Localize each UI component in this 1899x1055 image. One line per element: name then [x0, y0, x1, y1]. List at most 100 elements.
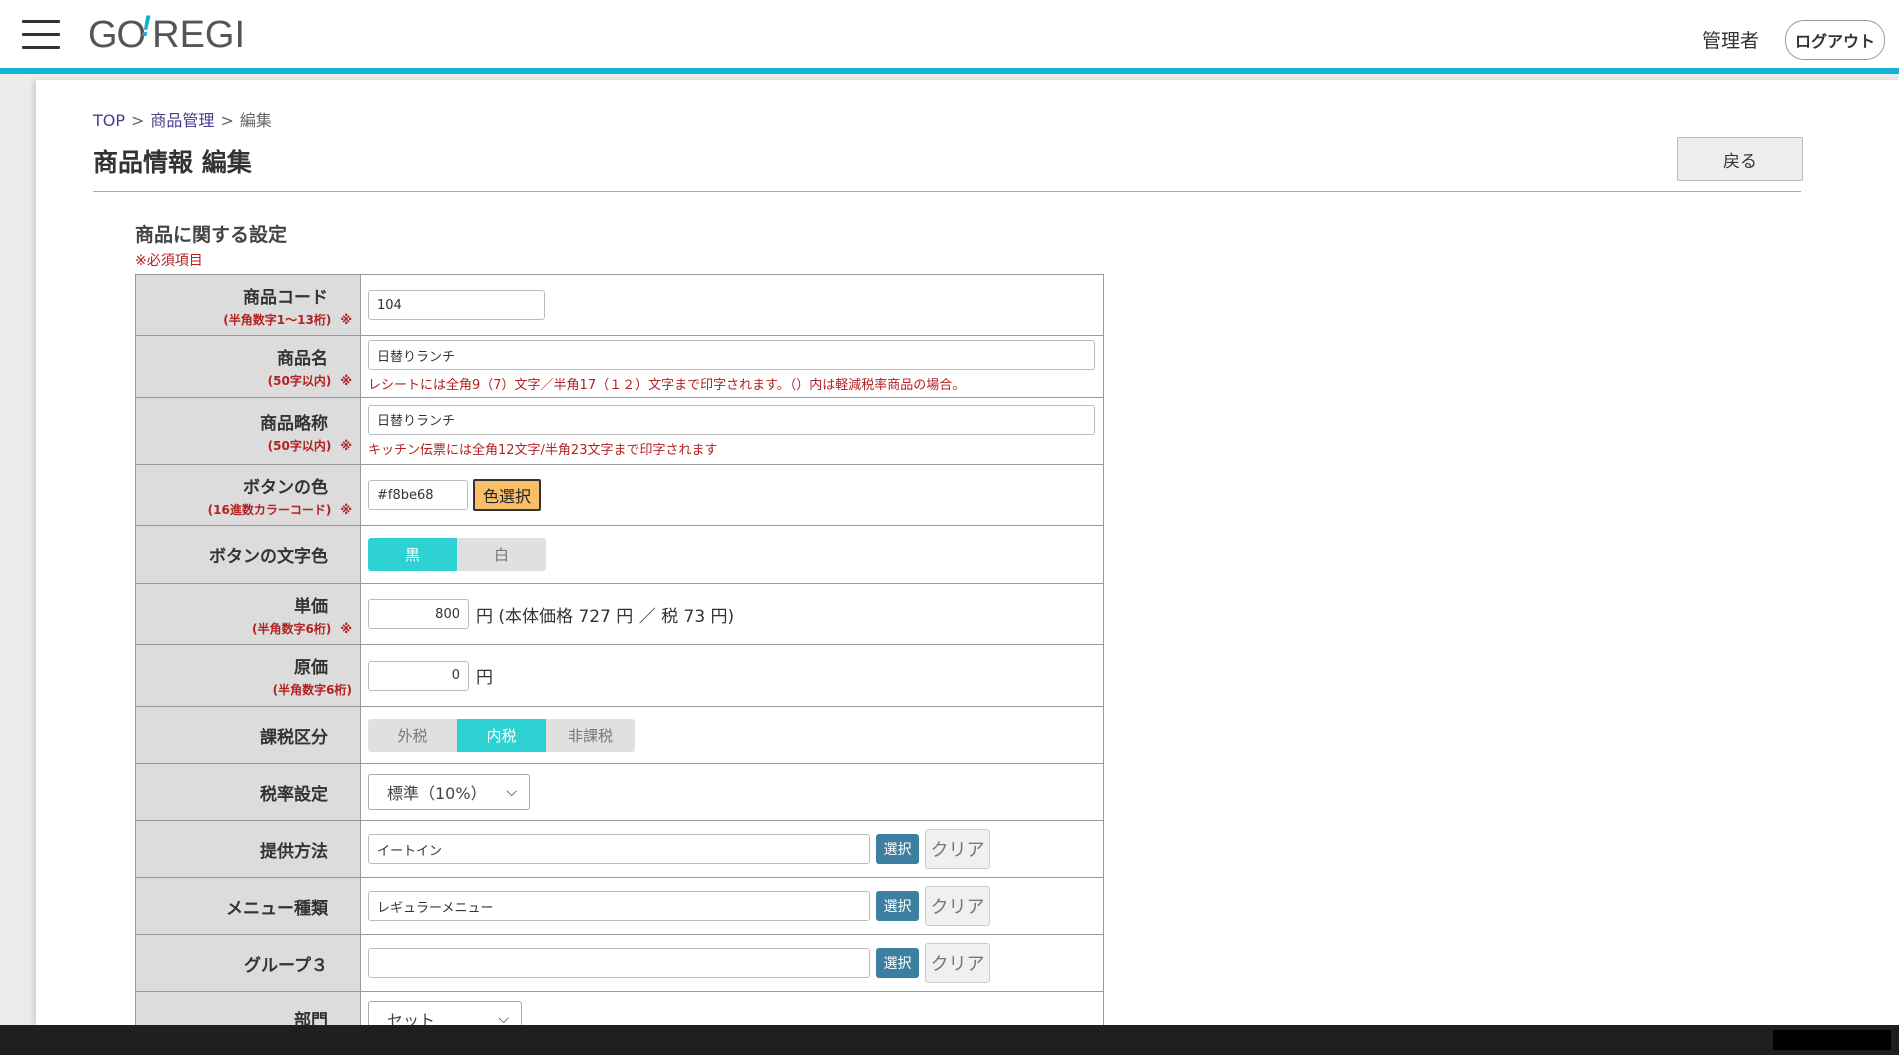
- serve-method-clear-button[interactable]: クリア: [925, 829, 990, 869]
- field-label: 商品コード (半角数字1〜13桁) ※: [136, 275, 361, 335]
- field-label: 商品名 (50字以内) ※: [136, 336, 361, 397]
- group3-input[interactable]: [368, 948, 870, 978]
- form-row-tax-rate: 税率設定 標準（10%） ⌵: [135, 764, 1104, 821]
- field-label-text: 原価: [294, 658, 328, 678]
- field-value: 800 円 (本体価格 727 円 ／ 税 73 円): [361, 584, 1103, 644]
- form-row-tax-type: 課税区分 外税 内税 非課税: [135, 707, 1104, 764]
- short-name-input[interactable]: 日替りランチ: [368, 404, 1095, 435]
- field-constraint: (50字以内): [267, 374, 332, 388]
- chevron-down-icon: ⌵: [506, 784, 517, 800]
- breadcrumb-current: 編集: [239, 111, 272, 130]
- menu-type-clear-button[interactable]: クリア: [925, 886, 990, 926]
- required-mark: ※: [340, 438, 352, 453]
- required-mark: ※: [340, 312, 352, 327]
- field-label: 提供方法: [136, 821, 361, 877]
- field-constraint: (50字以内): [267, 438, 332, 453]
- field-value: 日替りランチ キッチン伝票には全角12文字/半角23文字まで印字されます: [361, 398, 1103, 464]
- color-picker-button[interactable]: 色選択: [473, 479, 542, 511]
- menu-icon[interactable]: [22, 20, 60, 50]
- field-value: セット ⌵: [361, 992, 1103, 1025]
- field-constraint: (16進数カラーコード): [207, 502, 332, 517]
- text-color-white-option[interactable]: 白: [457, 538, 546, 571]
- field-value: 104: [361, 275, 1103, 335]
- tax-type-exempt-option[interactable]: 非課税: [546, 718, 635, 752]
- cost-input[interactable]: 0: [368, 660, 469, 691]
- product-form: 商品コード (半角数字1〜13桁) ※ 104 商品名 (50字以内) ※ 日替りラ…: [135, 274, 1104, 1025]
- divider: [93, 191, 1801, 192]
- department-select[interactable]: セット ⌵: [368, 1001, 522, 1025]
- app-logo[interactable]: GO! REGI: [88, 10, 245, 56]
- tax-type-exclusive-option[interactable]: 外税: [368, 718, 457, 752]
- form-row-button-color: ボタンの色 (16進数カラーコード) ※ #f8be68 色選択: [135, 465, 1104, 526]
- field-label: 部門: [136, 992, 361, 1025]
- group3-select-button[interactable]: 選択: [876, 948, 919, 978]
- breadcrumb: TOP > 商品管理 > 編集: [93, 107, 272, 131]
- select-value: セット: [387, 1011, 436, 1025]
- field-value: 日替りランチ レシートには全角9（7）文字／半角17（１２）文字まで印字されます…: [361, 336, 1103, 397]
- cost-unit: 円: [476, 668, 493, 688]
- page-title: 商品情報 編集: [93, 148, 252, 177]
- field-hint: キッチン伝票には全角12文字/半角23文字まで印字されます: [368, 442, 718, 458]
- field-label: グループ３: [136, 935, 361, 991]
- required-mark: ※: [340, 502, 352, 517]
- logout-button[interactable]: ログアウト: [1784, 20, 1885, 60]
- breadcrumb-product-link[interactable]: 商品管理: [150, 111, 214, 130]
- taskbar: [0, 1025, 1899, 1055]
- field-label-text: 課税区分: [260, 727, 328, 748]
- breadcrumb-separator: >: [220, 111, 234, 130]
- required-mark: ※: [340, 374, 352, 388]
- tax-type-inclusive-option[interactable]: 内税: [457, 718, 546, 752]
- tax-type-toggle: 外税 内税 非課税: [368, 718, 1103, 752]
- field-label-text: 単価: [294, 596, 328, 617]
- field-value: 外税 内税 非課税: [361, 707, 1103, 763]
- field-label: 商品略称 (50字以内) ※: [136, 398, 361, 464]
- text-color-black-option[interactable]: 黒: [368, 538, 457, 571]
- field-hint: レシートには全角9（7）文字／半角17（１２）文字まで印字されます。（）内は軽減…: [368, 378, 966, 393]
- field-value: 選択 クリア: [361, 935, 1103, 991]
- text-color-toggle: 黒 白: [368, 538, 1103, 571]
- field-sub-label: (半角数字6桁) ※: [136, 620, 352, 637]
- serve-method-select-button[interactable]: 選択: [876, 834, 919, 864]
- form-row-short-name: 商品略称 (50字以内) ※ 日替りランチ キッチン伝票には全角12文字/半角23…: [135, 398, 1104, 465]
- field-label-text: 商品名: [277, 349, 328, 369]
- group3-clear-button[interactable]: クリア: [925, 943, 990, 983]
- field-label-text: 税率設定: [260, 784, 328, 805]
- form-row-group3: グループ３ 選択 クリア: [135, 935, 1104, 992]
- content-panel: TOP > 商品管理 > 編集 商品情報 編集 戻る 商品に関する設定 ※必須項目 商品…: [36, 80, 1899, 1025]
- field-label: 税率設定: [136, 764, 361, 820]
- field-label: 課税区分: [136, 707, 361, 763]
- field-label: 単価 (半角数字6桁) ※: [136, 584, 361, 644]
- field-value: イートイン 選択 クリア: [361, 821, 1103, 877]
- form-row-department: 部門 セット ⌵: [135, 992, 1104, 1025]
- price-input[interactable]: 800: [368, 599, 469, 629]
- breadcrumb-separator: >: [131, 111, 145, 130]
- required-mark: ※: [340, 621, 352, 636]
- required-note: ※必須項目: [135, 253, 203, 269]
- field-sub-label: (半角数字1〜13桁) ※: [136, 311, 352, 328]
- field-label-text: 部門: [294, 1011, 328, 1025]
- button-color-input[interactable]: #f8be68: [368, 480, 468, 510]
- field-sub-label: (16進数カラーコード) ※: [136, 501, 352, 518]
- product-name-input[interactable]: 日替りランチ: [368, 340, 1095, 370]
- taskbar-block: [1773, 1030, 1891, 1050]
- form-row-code: 商品コード (半角数字1〜13桁) ※ 104: [135, 275, 1104, 336]
- tax-rate-select[interactable]: 標準（10%） ⌵: [368, 774, 530, 810]
- serve-method-input[interactable]: イートイン: [368, 834, 870, 864]
- user-name: 管理者: [1701, 30, 1759, 52]
- field-label-text: メニュー種類: [226, 898, 328, 919]
- chevron-down-icon: ⌵: [498, 1011, 509, 1025]
- menu-type-input[interactable]: レギュラーメニュー: [368, 891, 870, 921]
- menu-type-select-button[interactable]: 選択: [876, 891, 919, 921]
- field-value: 標準（10%） ⌵: [361, 764, 1103, 820]
- price-breakdown: 円 (本体価格 727 円 ／ 税 73 円): [476, 606, 735, 627]
- breadcrumb-top-link[interactable]: TOP: [93, 111, 125, 130]
- field-value: #f8be68 色選択: [361, 465, 1103, 525]
- product-code-input[interactable]: 104: [368, 290, 545, 320]
- field-label-text: 商品コード: [243, 287, 328, 308]
- field-label: ボタンの色 (16進数カラーコード) ※: [136, 465, 361, 525]
- back-button[interactable]: 戻る: [1677, 137, 1803, 181]
- field-label-text: グループ３: [244, 955, 328, 976]
- form-row-price: 単価 (半角数字6桁) ※ 800 円 (本体価格 727 円 ／ 税 73 円): [135, 584, 1104, 645]
- app-header: GO! REGI 管理者 ログアウト: [0, 0, 1899, 74]
- field-constraint: (半角数字6桁): [272, 683, 352, 697]
